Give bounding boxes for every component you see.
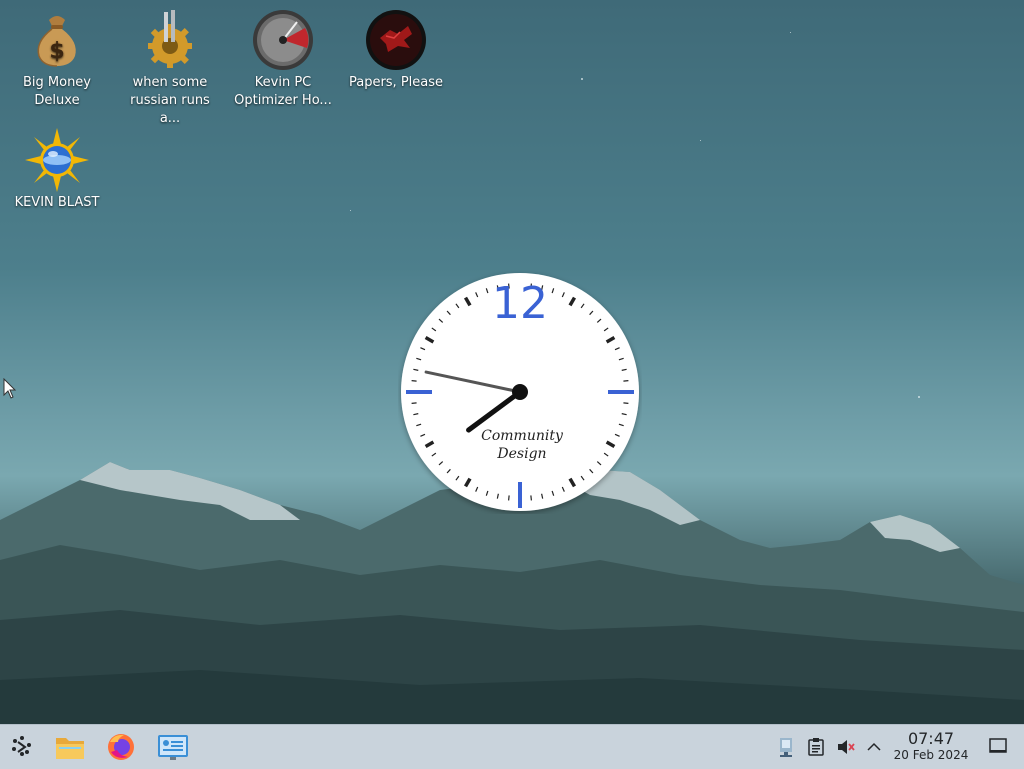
network-icon <box>780 738 792 757</box>
sun-globe-icon <box>25 128 89 192</box>
clock-tick <box>623 402 629 404</box>
clock-brand-line2: Design <box>496 446 546 462</box>
tray-show-hidden[interactable] <box>864 737 884 757</box>
clock-tick <box>508 495 510 501</box>
mouse-cursor-icon <box>3 378 17 399</box>
clock-date: 20 Feb 2024 <box>893 748 969 762</box>
speaker-muted-icon <box>838 740 855 754</box>
clock-six-marker <box>518 482 522 508</box>
desktop-icon-papers-please[interactable]: Papers, Please <box>344 8 448 92</box>
speedometer-icon <box>253 10 313 70</box>
clock-tick <box>623 380 629 382</box>
clock-center-pin <box>512 384 528 400</box>
tray-clipboard[interactable] <box>806 737 826 757</box>
clock-nine-marker <box>406 390 432 394</box>
money-bag-icon: $ <box>37 16 76 67</box>
application-launcher-button[interactable] <box>6 731 38 763</box>
tray-volume[interactable] <box>836 737 856 757</box>
papers-please-icon <box>366 10 426 70</box>
system-settings-button[interactable] <box>157 731 189 763</box>
desktop-icon-kevin-blast[interactable]: KEVIN BLAST <box>5 128 109 212</box>
desktop-icon-label: Optimizer Ho... <box>234 93 332 108</box>
desktop-icon-label: when some <box>132 75 208 90</box>
clock-twelve-numeral: 12 <box>492 278 548 329</box>
folder-icon <box>56 738 84 759</box>
taskbar-panel: 07:47 20 Feb 2024 <box>0 724 1024 769</box>
clipboard-icon <box>808 738 824 756</box>
desktop-icon-label: Deluxe <box>34 93 80 108</box>
desktop-icon-label: russian runs a... <box>130 93 210 126</box>
show-desktop-icon <box>989 738 1007 753</box>
settings-icon <box>158 735 188 760</box>
desktop-icon-label: Kevin PC <box>254 75 312 90</box>
desktop-icon-label: Papers, Please <box>348 75 444 90</box>
tray-network[interactable] <box>776 737 796 757</box>
show-desktop-button[interactable] <box>988 736 1008 756</box>
desktop-icon-when-some-russian[interactable]: when some russian runs a... <box>118 8 222 128</box>
clock-three-marker <box>608 390 634 394</box>
clock-time: 07:47 <box>907 729 955 748</box>
clock-tick <box>530 495 532 501</box>
gear-icon <box>148 10 192 68</box>
kde-launcher-icon <box>12 736 31 756</box>
clock-tick <box>411 380 417 382</box>
digital-clock[interactable]: 07:47 20 Feb 2024 <box>890 729 972 763</box>
file-manager-button[interactable] <box>54 731 86 763</box>
clock-tick <box>411 402 417 404</box>
analog-clock-widget[interactable]: 12 Community Design <box>398 270 642 514</box>
desktop-icon-kevin-pc-optimizer[interactable]: Kevin PC Optimizer Ho... <box>231 8 335 110</box>
firefox-icon <box>108 734 134 760</box>
desktop-icon-label: Big Money <box>22 75 91 90</box>
desktop-icon-big-money-deluxe[interactable]: $ Big Money Deluxe <box>5 8 109 110</box>
clock-brand-line1: Community <box>481 428 564 444</box>
svg-text:$: $ <box>49 39 64 64</box>
firefox-button[interactable] <box>105 731 137 763</box>
chevron-up-icon <box>867 742 881 751</box>
desktop-icon-label: KEVIN BLAST <box>14 195 100 210</box>
